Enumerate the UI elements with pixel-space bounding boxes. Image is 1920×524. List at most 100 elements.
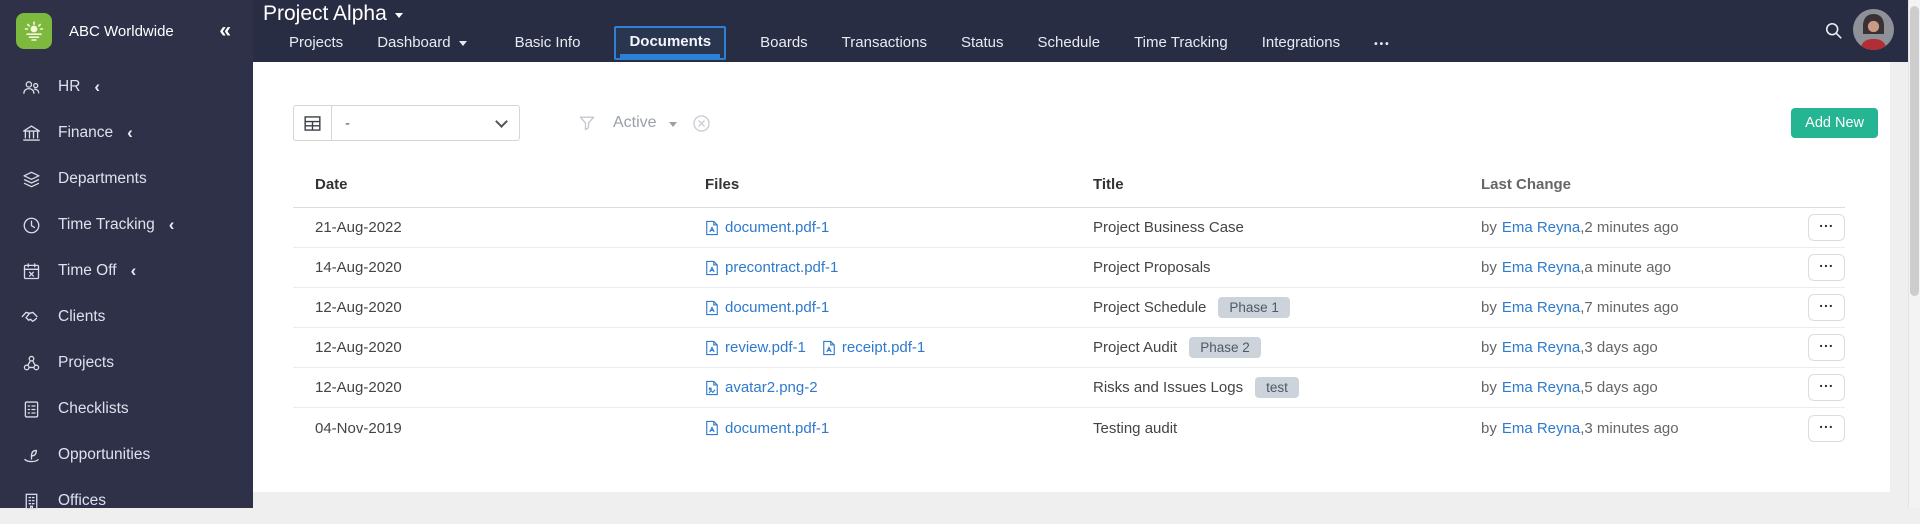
timestamp: 2 minutes ago xyxy=(1584,219,1678,236)
sidebar-menu: HR ‹ Finance ‹ Departments Time Tracking… xyxy=(0,64,253,524)
cell-date: 21-Aug-2022 xyxy=(293,219,705,236)
row-actions-button[interactable]: ... xyxy=(1808,334,1845,361)
sprout-hand-icon xyxy=(19,445,43,466)
pdf-file-icon xyxy=(822,340,836,356)
user-link[interactable]: Ema Reyna xyxy=(1502,339,1580,356)
sidebar-item-departments[interactable]: Departments xyxy=(0,156,253,202)
caret-down-icon[interactable] xyxy=(669,122,677,127)
pdf-file-icon xyxy=(705,420,719,436)
filter-value[interactable]: Active xyxy=(613,114,657,132)
cell-date: 12-Aug-2020 xyxy=(293,299,705,316)
user-link[interactable]: Ema Reyna xyxy=(1502,420,1580,437)
row-actions-button[interactable]: ... xyxy=(1808,254,1845,281)
row-actions-button[interactable]: ... xyxy=(1808,374,1845,401)
cell-title: Project Audit xyxy=(1093,339,1177,356)
sidebar-collapse-icon[interactable]: « xyxy=(219,19,239,43)
caret-down-icon xyxy=(459,41,467,46)
sidebar-item-opportunities[interactable]: Opportunities xyxy=(0,432,253,478)
table-row: 14-Aug-2020 precontract.pdf-1 Project Pr… xyxy=(293,248,1845,288)
add-new-button[interactable]: Add New xyxy=(1791,108,1878,138)
chevron-left-icon: ‹ xyxy=(169,215,175,235)
chevron-left-icon: ‹ xyxy=(131,261,137,281)
image-file-icon xyxy=(705,380,719,396)
table-row: 04-Nov-2019 document.pdf-1 Testing audit… xyxy=(293,408,1845,448)
sidebar-item-finance[interactable]: Finance ‹ xyxy=(0,110,253,156)
view-selector-group: - xyxy=(293,105,520,141)
tab-schedule[interactable]: Schedule xyxy=(1038,34,1101,51)
tab-documents[interactable]: Documents xyxy=(614,26,726,60)
sidebar-item-offices[interactable]: Offices xyxy=(0,478,253,524)
file-link[interactable]: precontract.pdf-1 xyxy=(705,259,838,276)
funnel-icon xyxy=(577,113,597,133)
file-link[interactable]: document.pdf-1 xyxy=(705,299,829,316)
filter-group: Active xyxy=(577,113,712,134)
scrollbar-thumb[interactable] xyxy=(1910,6,1919,296)
timestamp: 5 days ago xyxy=(1584,379,1657,396)
tab-transactions[interactable]: Transactions xyxy=(842,34,927,51)
cell-title: Project Schedule xyxy=(1093,299,1206,316)
sidebar-item-label: Offices xyxy=(58,492,106,510)
tag-badge: test xyxy=(1255,377,1299,399)
sidebar-item-label: Projects xyxy=(58,354,114,372)
tab-basic-info[interactable]: Basic Info xyxy=(515,34,581,51)
brand: ABC Worldwide « xyxy=(0,0,253,52)
checklist-icon xyxy=(19,399,43,420)
clock-icon xyxy=(19,215,43,236)
tab-bar: Projects Dashboard Basic Info Documents … xyxy=(289,22,1425,62)
cell-date: 14-Aug-2020 xyxy=(293,259,705,276)
caret-down-icon xyxy=(395,13,403,18)
tag-badge: Phase 2 xyxy=(1189,337,1261,359)
user-link[interactable]: Ema Reyna xyxy=(1502,379,1580,396)
file-link[interactable]: avatar2.png-2 xyxy=(705,379,818,396)
column-header-date: Date xyxy=(293,176,705,193)
tab-projects[interactable]: Projects xyxy=(289,34,343,51)
chevron-left-icon: ‹ xyxy=(127,123,133,143)
tab-status[interactable]: Status xyxy=(961,34,1004,51)
tab-integrations[interactable]: Integrations xyxy=(1262,34,1340,51)
sidebar-item-checklists[interactable]: Checklists xyxy=(0,386,253,432)
sidebar-item-label: Departments xyxy=(58,170,147,188)
timestamp: 3 days ago xyxy=(1584,339,1657,356)
tab-time-tracking[interactable]: Time Tracking xyxy=(1134,34,1228,51)
sidebar-item-hr[interactable]: HR ‹ xyxy=(0,64,253,110)
user-avatar[interactable] xyxy=(1853,9,1894,50)
bank-icon xyxy=(19,123,43,144)
row-actions-button[interactable]: ... xyxy=(1808,294,1845,321)
tab-more[interactable]: ••• xyxy=(1374,39,1391,50)
sidebar-item-label: Time Tracking xyxy=(58,216,155,234)
view-select[interactable]: - xyxy=(332,106,519,140)
sidebar-item-time-tracking[interactable]: Time Tracking ‹ xyxy=(0,202,253,248)
people-icon xyxy=(19,77,43,98)
timestamp: 7 minutes ago xyxy=(1584,299,1678,316)
user-link[interactable]: Ema Reyna xyxy=(1502,219,1580,236)
vertical-scrollbar[interactable] xyxy=(1908,0,1920,508)
company-logo[interactable] xyxy=(16,13,52,49)
table-row: 21-Aug-2022 document.pdf-1 Project Busin… xyxy=(293,208,1845,248)
tab-dashboard[interactable]: Dashboard xyxy=(377,34,466,51)
row-actions-button[interactable]: ... xyxy=(1808,214,1845,241)
clear-filter-icon[interactable] xyxy=(691,113,712,134)
sidebar-item-clients[interactable]: Clients xyxy=(0,294,253,340)
documents-table: Date Files Title Last Change 21-Aug-2022… xyxy=(293,162,1845,448)
user-link[interactable]: Ema Reyna xyxy=(1502,299,1580,316)
nodes-icon xyxy=(19,353,43,374)
sidebar-item-label: Clients xyxy=(58,308,105,326)
cell-title: Risks and Issues Logs xyxy=(1093,379,1243,396)
tag-badge: Phase 1 xyxy=(1218,297,1290,319)
file-link[interactable]: document.pdf-1 xyxy=(705,420,829,437)
table-view-button[interactable] xyxy=(294,106,332,140)
sidebar-item-projects[interactable]: Projects xyxy=(0,340,253,386)
row-actions-button[interactable]: ... xyxy=(1808,415,1845,442)
file-link[interactable]: review.pdf-1 xyxy=(705,339,806,356)
search-icon[interactable] xyxy=(1823,20,1844,46)
user-link[interactable]: Ema Reyna xyxy=(1502,259,1580,276)
cell-date: 04-Nov-2019 xyxy=(293,420,705,437)
brand-name: ABC Worldwide xyxy=(69,23,219,40)
view-select-value: - xyxy=(345,115,350,132)
tab-boards[interactable]: Boards xyxy=(760,34,808,51)
grid-view-icon xyxy=(303,115,322,132)
sidebar-item-time-off[interactable]: Time Off ‹ xyxy=(0,248,253,294)
file-link[interactable]: receipt.pdf-1 xyxy=(822,339,925,356)
file-link[interactable]: document.pdf-1 xyxy=(705,219,829,236)
building-icon xyxy=(19,491,43,512)
